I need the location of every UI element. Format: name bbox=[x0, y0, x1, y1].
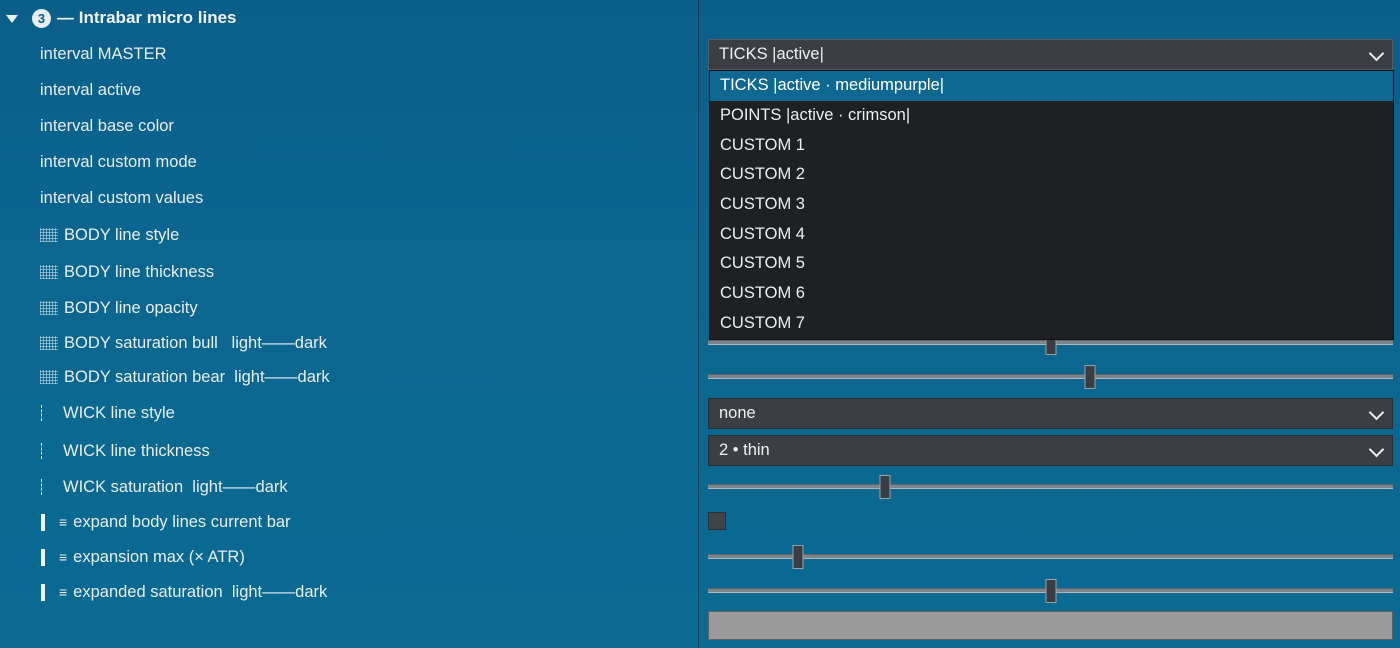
label-body-saturation-bear: BODY saturation bear light——dark bbox=[40, 367, 330, 387]
label-body-saturation-bull: BODY saturation bull light——dark bbox=[40, 333, 327, 353]
wick-dashed-line-icon bbox=[41, 443, 50, 459]
dropdown-option[interactable]: TICKS |active · mediumpurple| bbox=[710, 71, 1393, 101]
dropdown-option[interactable]: CUSTOM 3 bbox=[710, 190, 1393, 220]
body-grid-icon bbox=[40, 301, 58, 315]
slider-thumb[interactable] bbox=[1084, 365, 1096, 389]
dropdown-value: 2 • thin bbox=[719, 441, 770, 459]
label-body-line-opacity: BODY line opacity bbox=[40, 298, 198, 318]
bar-icon bbox=[41, 583, 45, 601]
label-wick-line-thickness: WICK line thickness bbox=[40, 441, 210, 461]
slider-track[interactable] bbox=[708, 374, 1393, 379]
slider-thumb[interactable] bbox=[1045, 579, 1056, 603]
dropdown-option[interactable]: CUSTOM 2 bbox=[710, 160, 1393, 190]
dropdown-option[interactable]: CUSTOM 6 bbox=[710, 279, 1393, 309]
label-interval-active: interval active bbox=[40, 80, 141, 99]
expanded-saturation-text-field[interactable] bbox=[708, 611, 1393, 640]
chevron-down-icon bbox=[1368, 404, 1385, 421]
dropdown-option[interactable]: CUSTOM 1 bbox=[710, 130, 1393, 160]
slider-track[interactable] bbox=[708, 554, 1393, 559]
interval-master-dropdown-menu[interactable]: TICKS |active · mediumpurple| POINTS |ac… bbox=[709, 70, 1394, 340]
label-body-line-thickness: BODY line thickness bbox=[40, 262, 214, 282]
label-interval-master: interval MASTER bbox=[40, 44, 167, 63]
label-body-line-style: BODY line style bbox=[40, 225, 179, 245]
dropdown-option[interactable]: CUSTOM 5 bbox=[710, 249, 1393, 279]
wick-line-style-dropdown[interactable]: none bbox=[708, 398, 1393, 429]
body-saturation-bear-slider[interactable] bbox=[708, 365, 1393, 389]
dropdown-value: none bbox=[719, 404, 756, 422]
interval-master-dropdown[interactable]: TICKS |active| bbox=[708, 39, 1393, 70]
expansion-max-slider[interactable] bbox=[708, 545, 1393, 569]
collapse-caret-icon[interactable] bbox=[6, 15, 18, 23]
dropdown-option[interactable]: POINTS |active · crimson| bbox=[710, 101, 1393, 131]
bar-icon bbox=[41, 513, 45, 531]
expand-body-lines-checkbox[interactable] bbox=[708, 512, 726, 530]
section-number-badge: 3 bbox=[32, 8, 51, 28]
label-interval-custom-mode: interval custom mode bbox=[40, 152, 197, 171]
wick-line-thickness-dropdown[interactable]: 2 • thin bbox=[708, 435, 1393, 466]
dropdown-option[interactable]: CUSTOM 7 bbox=[710, 309, 1393, 339]
label-interval-base-color: interval base color bbox=[40, 116, 174, 135]
body-grid-icon bbox=[40, 228, 58, 242]
wick-saturation-slider[interactable] bbox=[708, 475, 1393, 499]
slider-thumb[interactable] bbox=[879, 475, 891, 499]
label-expansion-max: ≡ expansion max (× ATR) bbox=[40, 547, 245, 567]
section-title: — Intrabar micro lines bbox=[57, 8, 237, 27]
section-header[interactable]: 3 — Intrabar micro lines bbox=[6, 7, 237, 29]
label-expanded-saturation: ≡ expanded saturation light——dark bbox=[40, 582, 327, 602]
label-wick-line-style: WICK line style bbox=[40, 403, 175, 423]
column-divider bbox=[698, 0, 699, 648]
body-grid-icon bbox=[40, 265, 58, 279]
wick-dashed-line-icon bbox=[41, 479, 50, 495]
chevron-down-icon bbox=[1368, 441, 1385, 458]
wick-dashed-line-icon bbox=[41, 405, 50, 421]
dropdown-value: TICKS |active| bbox=[719, 45, 824, 63]
expanded-saturation-slider[interactable] bbox=[708, 579, 1393, 603]
lines-icon: ≡ bbox=[59, 514, 68, 530]
chevron-down-icon bbox=[1368, 45, 1385, 62]
bar-icon bbox=[41, 548, 45, 566]
label-interval-custom-values: interval custom values bbox=[40, 188, 204, 207]
slider-thumb[interactable] bbox=[792, 545, 804, 569]
body-grid-icon bbox=[40, 336, 58, 350]
label-wick-saturation: WICK saturation light——dark bbox=[40, 477, 288, 497]
body-grid-icon bbox=[40, 370, 58, 384]
slider-track[interactable] bbox=[708, 484, 1393, 489]
lines-icon: ≡ bbox=[59, 549, 68, 565]
label-expand-body-lines: ≡ expand body lines current bar bbox=[40, 512, 291, 532]
lines-icon: ≡ bbox=[59, 584, 68, 600]
dropdown-option[interactable]: CUSTOM 4 bbox=[710, 219, 1393, 249]
